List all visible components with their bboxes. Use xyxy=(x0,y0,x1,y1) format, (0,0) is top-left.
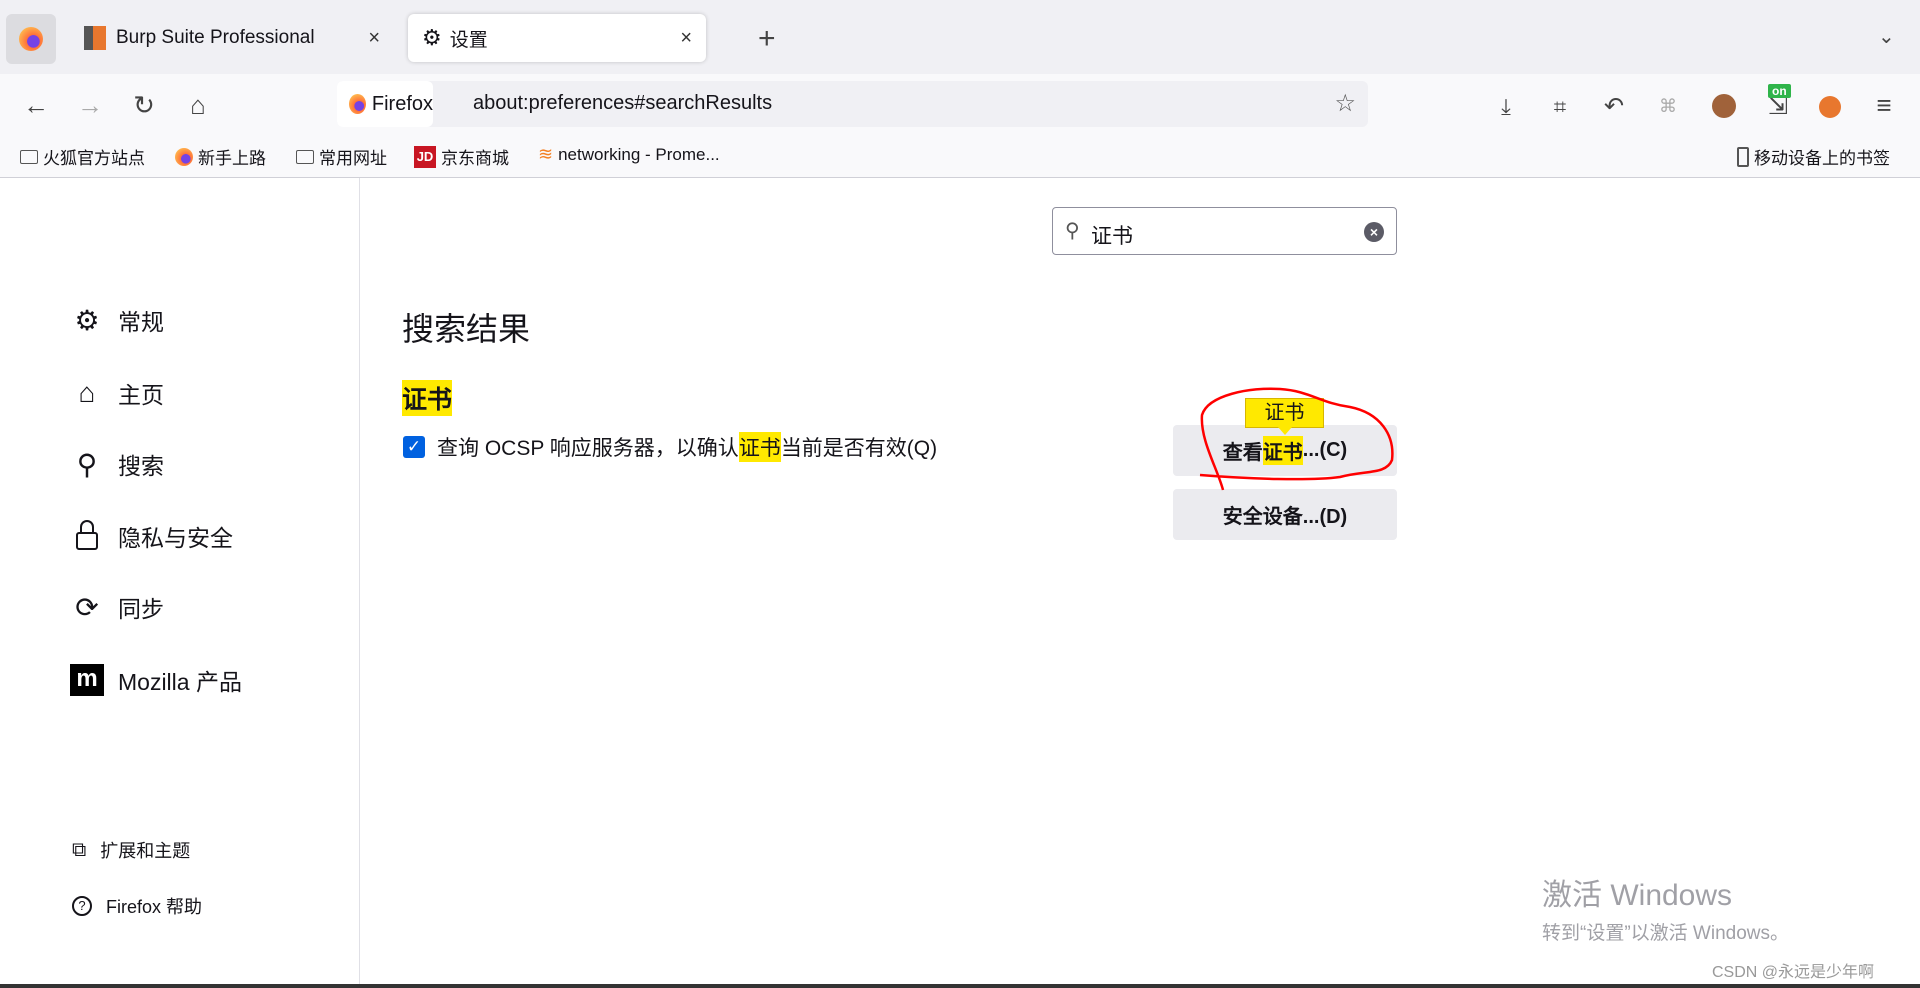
bookmark-item[interactable]: 新手上路 xyxy=(175,144,266,169)
brush-extension-icon[interactable] xyxy=(1812,94,1848,125)
sidebar-extensions[interactable]: ⧉ 扩展和主题 xyxy=(72,837,190,863)
search-icon: ⚲ xyxy=(76,448,98,480)
bookmark-item[interactable]: 常用网址 xyxy=(296,144,387,169)
taskbar-edge xyxy=(0,984,1920,988)
gear-icon: ⚙ xyxy=(422,25,442,50)
page-title: 搜索结果 xyxy=(402,311,531,347)
sidebar-divider xyxy=(359,178,360,988)
sidebar-item-mozilla[interactable]: m Mozilla 产品 xyxy=(70,663,242,697)
csdn-credit: CSDN @永远是少年啊 xyxy=(1712,964,1875,981)
tab-bar: Burp Suite Professional × ⚙ 设置 × + ⌄ xyxy=(0,0,1920,74)
sidebar-item-home[interactable]: ⌂ 主页 xyxy=(70,376,164,410)
sidebar-help[interactable]: ? Firefox 帮助 xyxy=(72,893,202,919)
phone-icon xyxy=(1737,146,1749,167)
windows-watermark: 激活 Windows 转到“设置”以激活 Windows。 xyxy=(1542,879,1790,944)
reload-icon[interactable]: ↻ xyxy=(126,90,162,121)
security-devices-button[interactable]: 安全设备...(D) xyxy=(1173,489,1397,540)
sync-icon: ⟳ xyxy=(75,591,99,623)
tab-label: 设置 xyxy=(449,29,488,51)
identity-box[interactable]: Firefox xyxy=(337,81,433,127)
mozilla-icon: m xyxy=(70,663,104,697)
home-icon[interactable]: ⌂ xyxy=(180,90,216,121)
lock-icon xyxy=(70,519,104,553)
sidebar-item-general[interactable]: ⚙ 常规 xyxy=(70,303,164,337)
back-icon[interactable]: ← xyxy=(18,90,54,121)
address-bar[interactable]: Firefox about:preferences#searchResults … xyxy=(337,81,1368,127)
sidebar-item-search[interactable]: ⚲ 搜索 xyxy=(70,447,164,481)
folder-icon xyxy=(296,149,314,164)
crop-icon[interactable]: ⌗ xyxy=(1542,94,1578,120)
firefox-icon xyxy=(349,94,366,114)
puzzle-icon: ⧉ xyxy=(72,838,87,861)
firefox-view-button[interactable] xyxy=(6,14,56,64)
extension-badge: on xyxy=(1768,84,1791,98)
download-icon[interactable]: ⤓ xyxy=(1488,94,1524,120)
tab-settings[interactable]: ⚙ 设置 × xyxy=(408,14,706,62)
folder-icon xyxy=(20,149,38,164)
tab-label: Burp Suite Professional xyxy=(116,27,315,48)
new-tab-button[interactable]: + xyxy=(758,22,776,56)
red-annotation-circle xyxy=(1199,387,1394,491)
mobile-bookmarks[interactable]: 移动设备上的书签 xyxy=(1737,144,1890,169)
identity-label: Firefox xyxy=(371,92,433,115)
close-icon[interactable]: × xyxy=(680,27,692,50)
firefox-icon xyxy=(19,27,43,51)
forward-icon[interactable]: → xyxy=(72,90,108,121)
gear-icon: ⚙ xyxy=(74,304,100,336)
search-value: 证书 xyxy=(1091,225,1133,248)
stackoverflow-icon: ≋ xyxy=(538,144,554,164)
sidebar-item-sync[interactable]: ⟳ 同步 xyxy=(70,590,164,624)
bookmark-item[interactable]: 火狐官方站点 xyxy=(20,144,145,169)
firefox-icon xyxy=(175,147,193,166)
close-icon[interactable]: × xyxy=(368,27,380,50)
search-input[interactable]: ⚲ 证书 × xyxy=(1052,207,1397,255)
checkbox[interactable]: ✓ xyxy=(403,436,425,458)
bookmark-star-icon[interactable]: ☆ xyxy=(1334,89,1356,118)
cookie-icon[interactable] xyxy=(1706,94,1742,125)
help-icon: ? xyxy=(72,896,92,916)
burp-icon xyxy=(84,26,106,50)
search-icon: ⚲ xyxy=(1065,220,1080,242)
clear-icon[interactable]: × xyxy=(1364,222,1384,242)
url-text[interactable]: about:preferences#searchResults xyxy=(473,92,772,115)
bookmark-item[interactable]: JD 京东商城 xyxy=(414,144,509,169)
ocsp-checkbox-row[interactable]: ✓ 查询 OCSP 响应服务器，以确认 证书 当前是否有效(Q) xyxy=(403,432,937,462)
jd-icon: JD xyxy=(414,145,436,168)
bookmark-item[interactable]: ≋ networking - Prome... xyxy=(538,144,720,165)
undo-icon[interactable]: ↶ xyxy=(1596,92,1632,121)
chevron-down-icon[interactable]: ⌄ xyxy=(1878,24,1895,49)
home-icon: ⌂ xyxy=(78,377,96,408)
sidebar-item-privacy[interactable]: 隐私与安全 xyxy=(70,519,233,553)
command-icon[interactable]: ⌘ xyxy=(1650,96,1686,117)
menu-icon[interactable]: ≡ xyxy=(1866,90,1902,121)
section-title: 证书 xyxy=(402,380,453,416)
tab-burp[interactable]: Burp Suite Professional × xyxy=(70,14,394,62)
